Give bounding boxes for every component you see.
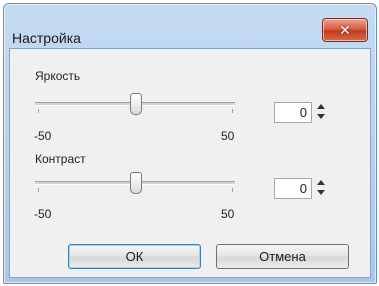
window-title: Настройка (12, 30, 81, 46)
dialog-window: Настройка ✕ Яркость -50 50 Контраст -50 … (3, 3, 377, 284)
brightness-input[interactable] (274, 102, 312, 123)
contrast-spinner[interactable] (316, 177, 326, 199)
brightness-max-label: 50 (221, 129, 235, 143)
contrast-input[interactable] (274, 178, 312, 199)
contrast-tick-max (232, 188, 233, 192)
title-bar[interactable]: Настройка ✕ (4, 4, 376, 48)
ok-button[interactable]: ОК (68, 244, 201, 269)
contrast-label: Контраст (35, 152, 86, 166)
close-button[interactable]: ✕ (322, 18, 368, 42)
brightness-slider-thumb[interactable] (130, 93, 142, 115)
dialog-body: Яркость -50 50 Контраст -50 50 ОК Отмена (9, 48, 371, 278)
brightness-spinner[interactable] (316, 101, 326, 123)
spin-up-icon[interactable] (317, 104, 325, 109)
spin-down-icon[interactable] (317, 114, 325, 119)
contrast-slider-thumb[interactable] (130, 172, 142, 194)
spin-up-icon[interactable] (317, 180, 325, 185)
spin-down-icon[interactable] (317, 190, 325, 195)
brightness-tick-max (232, 109, 233, 113)
brightness-tick-min (38, 109, 39, 113)
contrast-min-label: -50 (34, 207, 52, 221)
contrast-max-label: 50 (221, 207, 235, 221)
cancel-button[interactable]: Отмена (216, 244, 349, 269)
brightness-label: Яркость (35, 69, 81, 83)
contrast-tick-min (38, 188, 39, 192)
close-icon: ✕ (339, 22, 351, 38)
brightness-min-label: -50 (34, 129, 52, 143)
